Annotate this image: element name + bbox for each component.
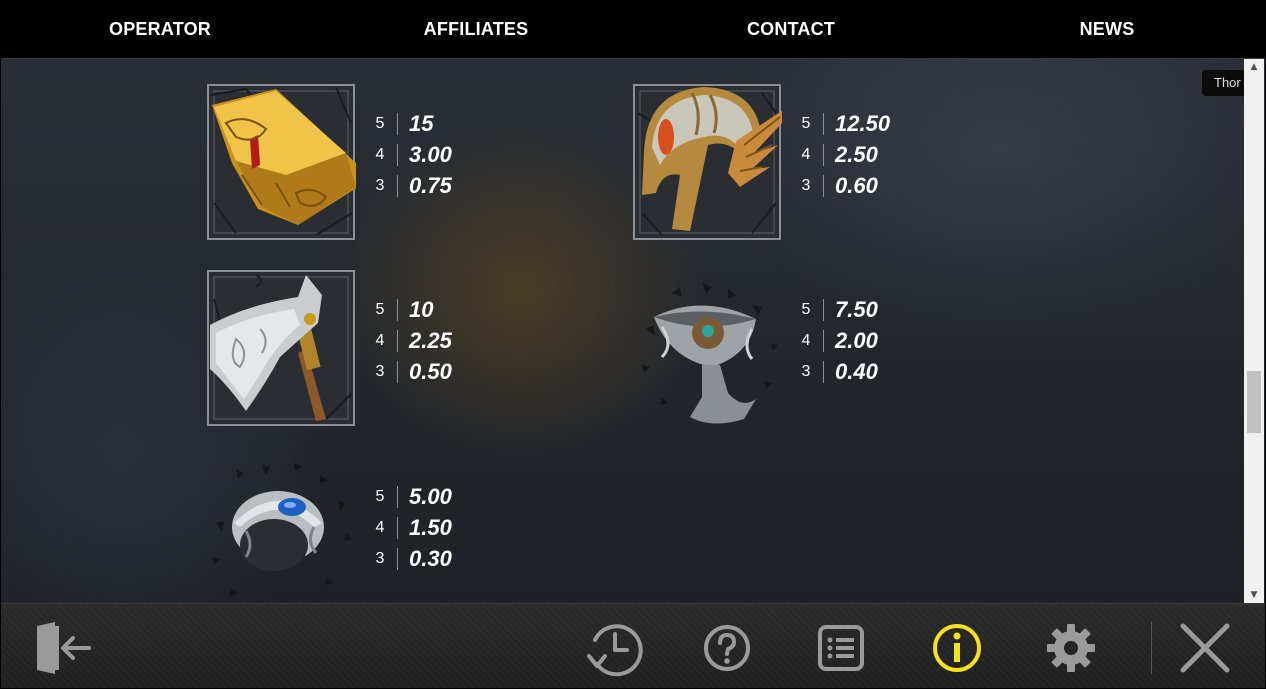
bottom-toolbar — [1, 603, 1265, 688]
match-count: 3 — [375, 363, 385, 380]
battle-axe-icon — [206, 269, 356, 427]
winged-helmet-icon — [632, 83, 782, 241]
match-count: 5 — [801, 115, 811, 132]
chalice-icon — [632, 269, 782, 427]
payout-value: 5.00 — [409, 484, 452, 509]
nav-contact[interactable]: CONTACT — [747, 19, 835, 40]
history-icon[interactable] — [585, 618, 645, 678]
scroll-down-arrow-icon[interactable]: ▼ — [1244, 587, 1264, 603]
match-count: 3 — [375, 177, 385, 194]
payout-value: 0.60 — [835, 173, 878, 198]
scrollbar[interactable]: ▲ ▼ — [1244, 59, 1264, 603]
payout-value: 2.25 — [409, 328, 452, 353]
match-count: 3 — [801, 177, 811, 194]
ring-icon — [206, 457, 356, 615]
help-icon[interactable] — [697, 618, 757, 678]
match-count: 5 — [375, 115, 385, 132]
settings-gear-icon[interactable] — [1041, 618, 1101, 678]
match-count: 4 — [375, 519, 385, 536]
match-count: 5 — [375, 488, 385, 505]
payout-value: 0.30 — [409, 546, 452, 571]
nav-affiliates[interactable]: AFFILIATES — [424, 19, 529, 40]
match-count: 3 — [375, 550, 385, 567]
scrollbar-thumb[interactable] — [1247, 371, 1261, 433]
payout-value: 0.75 — [409, 173, 452, 198]
scroll-up-arrow-icon[interactable]: ▲ — [1244, 59, 1264, 75]
payout-value: 0.50 — [409, 359, 452, 384]
payout-value: 10 — [409, 297, 434, 322]
payout-value: 12.50 — [835, 111, 891, 136]
info-icon[interactable] — [927, 618, 987, 678]
payout-value: 3.00 — [409, 142, 452, 167]
match-count: 5 — [375, 301, 385, 318]
match-count: 4 — [801, 146, 811, 163]
mjolnir-hammer-icon — [206, 83, 356, 241]
match-count: 4 — [375, 332, 385, 349]
exit-icon[interactable] — [33, 618, 93, 678]
payout-value: 1.50 — [409, 515, 452, 540]
payout-value: 2.00 — [835, 328, 878, 353]
close-icon[interactable] — [1175, 618, 1235, 678]
match-count: 3 — [801, 363, 811, 380]
paytable-list-icon[interactable] — [811, 618, 871, 678]
payout-value: 2.50 — [835, 142, 878, 167]
nav-news[interactable]: NEWS — [1080, 19, 1135, 40]
match-count: 5 — [801, 301, 811, 318]
nav-operator[interactable]: OPERATOR — [109, 19, 211, 40]
toolbar-divider — [1151, 622, 1152, 674]
payout-value: 0.40 — [835, 359, 878, 384]
top-navigation: OPERATOR AFFILIATES CONTACT NEWS — [1, 1, 1265, 59]
match-count: 4 — [375, 146, 385, 163]
game-window: OPERATOR AFFILIATES CONTACT NEWS 5 15 4 3.… — [0, 0, 1266, 689]
payout-value: 7.50 — [835, 297, 878, 322]
match-count: 4 — [801, 332, 811, 349]
payout-value: 15 — [409, 111, 434, 136]
